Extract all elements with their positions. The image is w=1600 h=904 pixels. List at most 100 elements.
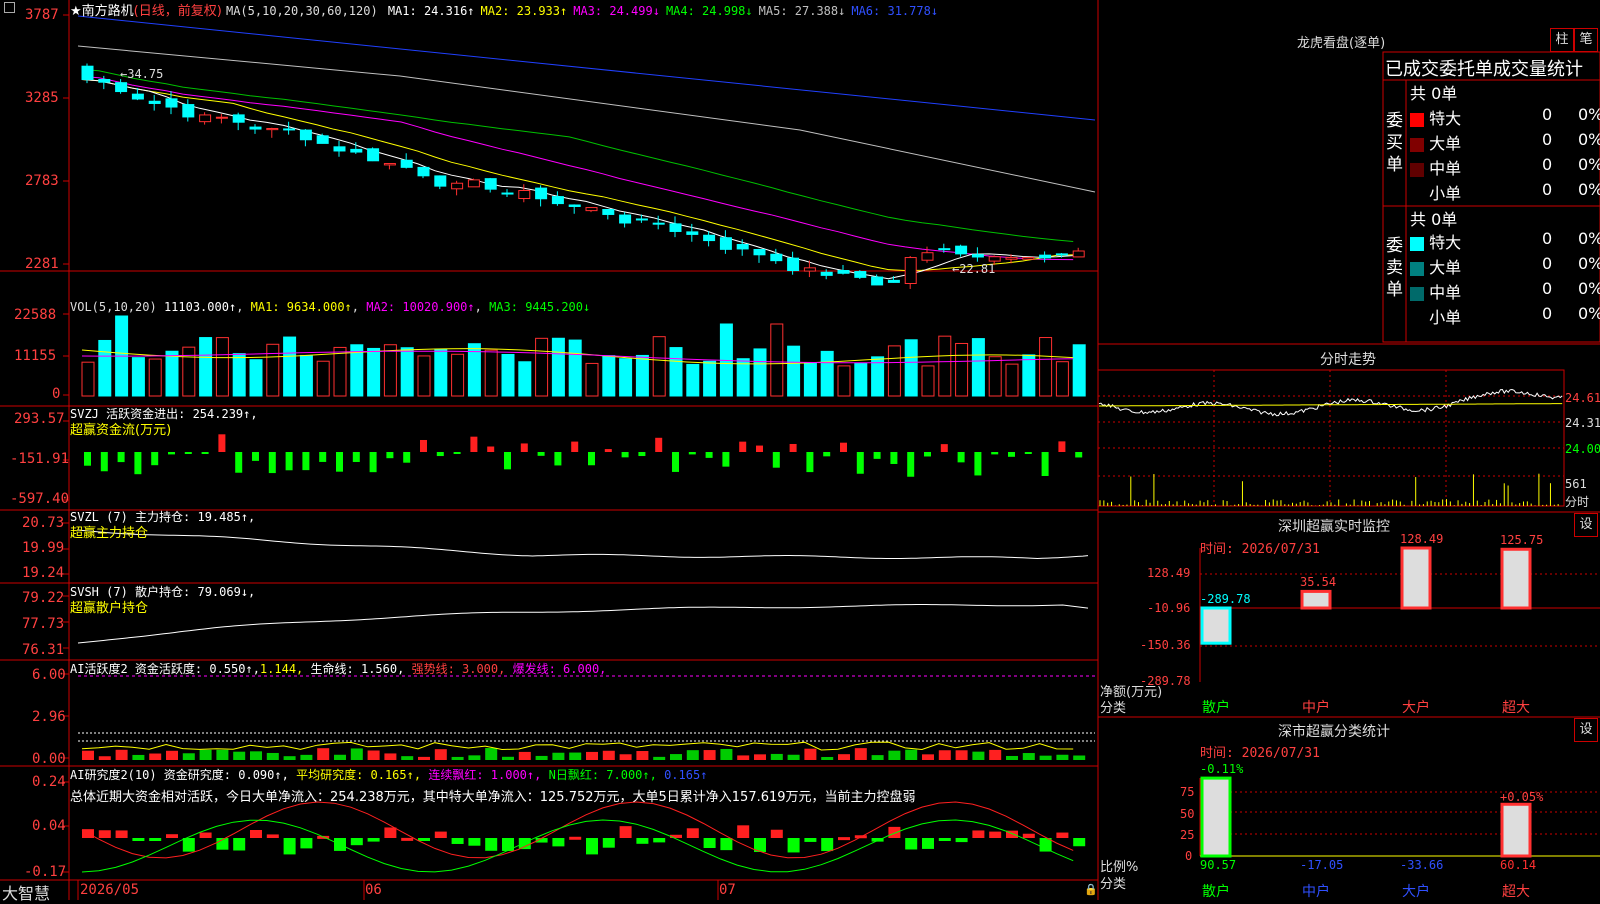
order-row: 特大 0 0% <box>1410 105 1600 129</box>
main-header <box>4 0 17 15</box>
candle-body <box>921 252 934 261</box>
activity-bar <box>1056 754 1069 760</box>
order-count: 0 <box>1542 229 1553 248</box>
fund-flow-bar <box>789 443 797 452</box>
lock-icon[interactable]: 🔒 <box>1084 883 1098 896</box>
settings-icon[interactable] <box>4 2 15 13</box>
favorite-star-icon[interactable]: ★ <box>70 4 82 19</box>
activity-bar <box>384 753 397 760</box>
intraday-tick: 24.61 <box>1565 391 1600 405</box>
monitor-category: 散户 <box>1202 700 1230 716</box>
activity-bar <box>233 751 246 760</box>
volume-bar <box>585 362 599 397</box>
period-label[interactable]: (日线，前复权) <box>134 4 222 19</box>
fund-flow-bar <box>235 452 243 473</box>
research-bar <box>619 826 632 838</box>
volume-bar <box>803 362 817 397</box>
research-bar <box>199 832 212 838</box>
svzl-sub: 超赢主力持仓 <box>70 526 149 541</box>
activity-bar <box>720 748 733 760</box>
ma-value-6: MA6: 31.778↓ <box>851 4 939 18</box>
candle-body <box>1055 253 1068 256</box>
order-pct: 0% <box>1578 130 1600 149</box>
candle-body <box>249 126 262 130</box>
fund-flow-bar <box>856 452 864 474</box>
activity-bar <box>703 750 716 760</box>
fund-flow-bar <box>151 452 159 466</box>
order-row: 中单 0 0% <box>1410 155 1600 179</box>
low-price-note: ←22.81 <box>952 262 996 276</box>
ai1-header: AI活跃度2 资金活跃度: 0.550↑,1.144, 生命线: 1.560, … <box>70 662 607 676</box>
classify-top-label: -0.11% <box>1200 762 1244 776</box>
candle-body <box>753 249 766 256</box>
stock-name[interactable]: 南方路机 <box>82 4 134 19</box>
fund-flow-bar <box>924 452 931 457</box>
research-bar <box>502 838 514 851</box>
research-bar <box>250 830 262 838</box>
svzl-tick: 19.24 <box>22 565 65 581</box>
monitor-settings-button[interactable]: 设 <box>1574 513 1598 537</box>
order-type: 特大 <box>1429 233 1462 252</box>
ma2-line <box>81 79 1074 272</box>
fund-flow-bar <box>722 452 730 467</box>
activity-bar <box>972 751 985 760</box>
fund-flow-bar <box>940 444 948 452</box>
order-pct: 0% <box>1578 304 1600 323</box>
candle-body <box>955 245 968 255</box>
candle-body <box>98 79 111 83</box>
candle-body <box>333 146 346 152</box>
activity-bar <box>838 754 850 760</box>
volume-bar <box>1055 361 1069 397</box>
activity-bar <box>317 748 330 760</box>
volume-bar <box>182 346 196 397</box>
research-bar <box>300 838 313 849</box>
order-color-swatch <box>1410 112 1424 127</box>
activity-bar <box>434 749 447 760</box>
svzj-tick: -151.91 <box>10 451 70 467</box>
candle-body <box>518 189 531 200</box>
intraday-title: 分时走势 <box>1320 352 1376 368</box>
volume-bar <box>904 339 918 397</box>
volume-bar <box>635 354 649 397</box>
order-pct: 0% <box>1578 155 1600 174</box>
order-type: 特大 <box>1429 109 1462 128</box>
tick-view-button[interactable]: 笔 <box>1574 28 1598 52</box>
chart-canvas[interactable] <box>0 0 1600 900</box>
monitor-tick: 128.49 <box>1147 566 1191 580</box>
volume-bar <box>518 361 532 397</box>
research-bar <box>821 838 834 852</box>
main-position-line <box>77 529 1089 560</box>
volume-bar <box>266 343 280 397</box>
vol-tick: 0 <box>52 386 61 402</box>
monitor-time: 时间: 2026/07/31 <box>1200 542 1320 557</box>
fund-flow-bar <box>1075 452 1083 458</box>
research-bar <box>922 838 934 849</box>
ai2-summary: 总体近期大资金相对活跃，今日大单净流入：254.238万元，其中特大单净流入：1… <box>70 790 916 805</box>
order-count: 0 <box>1542 155 1553 174</box>
classify-bar-label: -33.66 <box>1400 858 1444 872</box>
candle-body <box>988 256 1001 262</box>
candle-body <box>199 114 212 123</box>
volume-bar <box>820 350 834 397</box>
classify-time: 时间: 2026/07/31 <box>1200 746 1320 761</box>
classify-xlabel: 分类 <box>1100 877 1127 892</box>
volume-bar <box>232 353 246 397</box>
ma4-line <box>81 69 1074 242</box>
bar-view-button[interactable]: 柱 <box>1550 28 1574 52</box>
ma-value-1: MA1: 24.316↑ <box>387 4 475 18</box>
classify-settings-button[interactable]: 设 <box>1574 718 1598 742</box>
activity-bar <box>367 750 380 760</box>
activity-bar <box>787 754 800 760</box>
research-bar <box>586 838 598 855</box>
activity-bar <box>266 752 279 760</box>
research-bar <box>166 834 178 838</box>
activity-bar <box>98 756 111 760</box>
monitor-title: 深圳超赢实时监控 <box>1278 519 1390 535</box>
research-bar <box>149 838 162 841</box>
fund-flow-bar <box>436 452 444 457</box>
activity-bar <box>569 752 582 760</box>
candle-body <box>182 104 195 118</box>
price-tick: 3285 <box>25 90 59 106</box>
candle-body <box>350 148 363 153</box>
activity-bar <box>199 749 212 760</box>
